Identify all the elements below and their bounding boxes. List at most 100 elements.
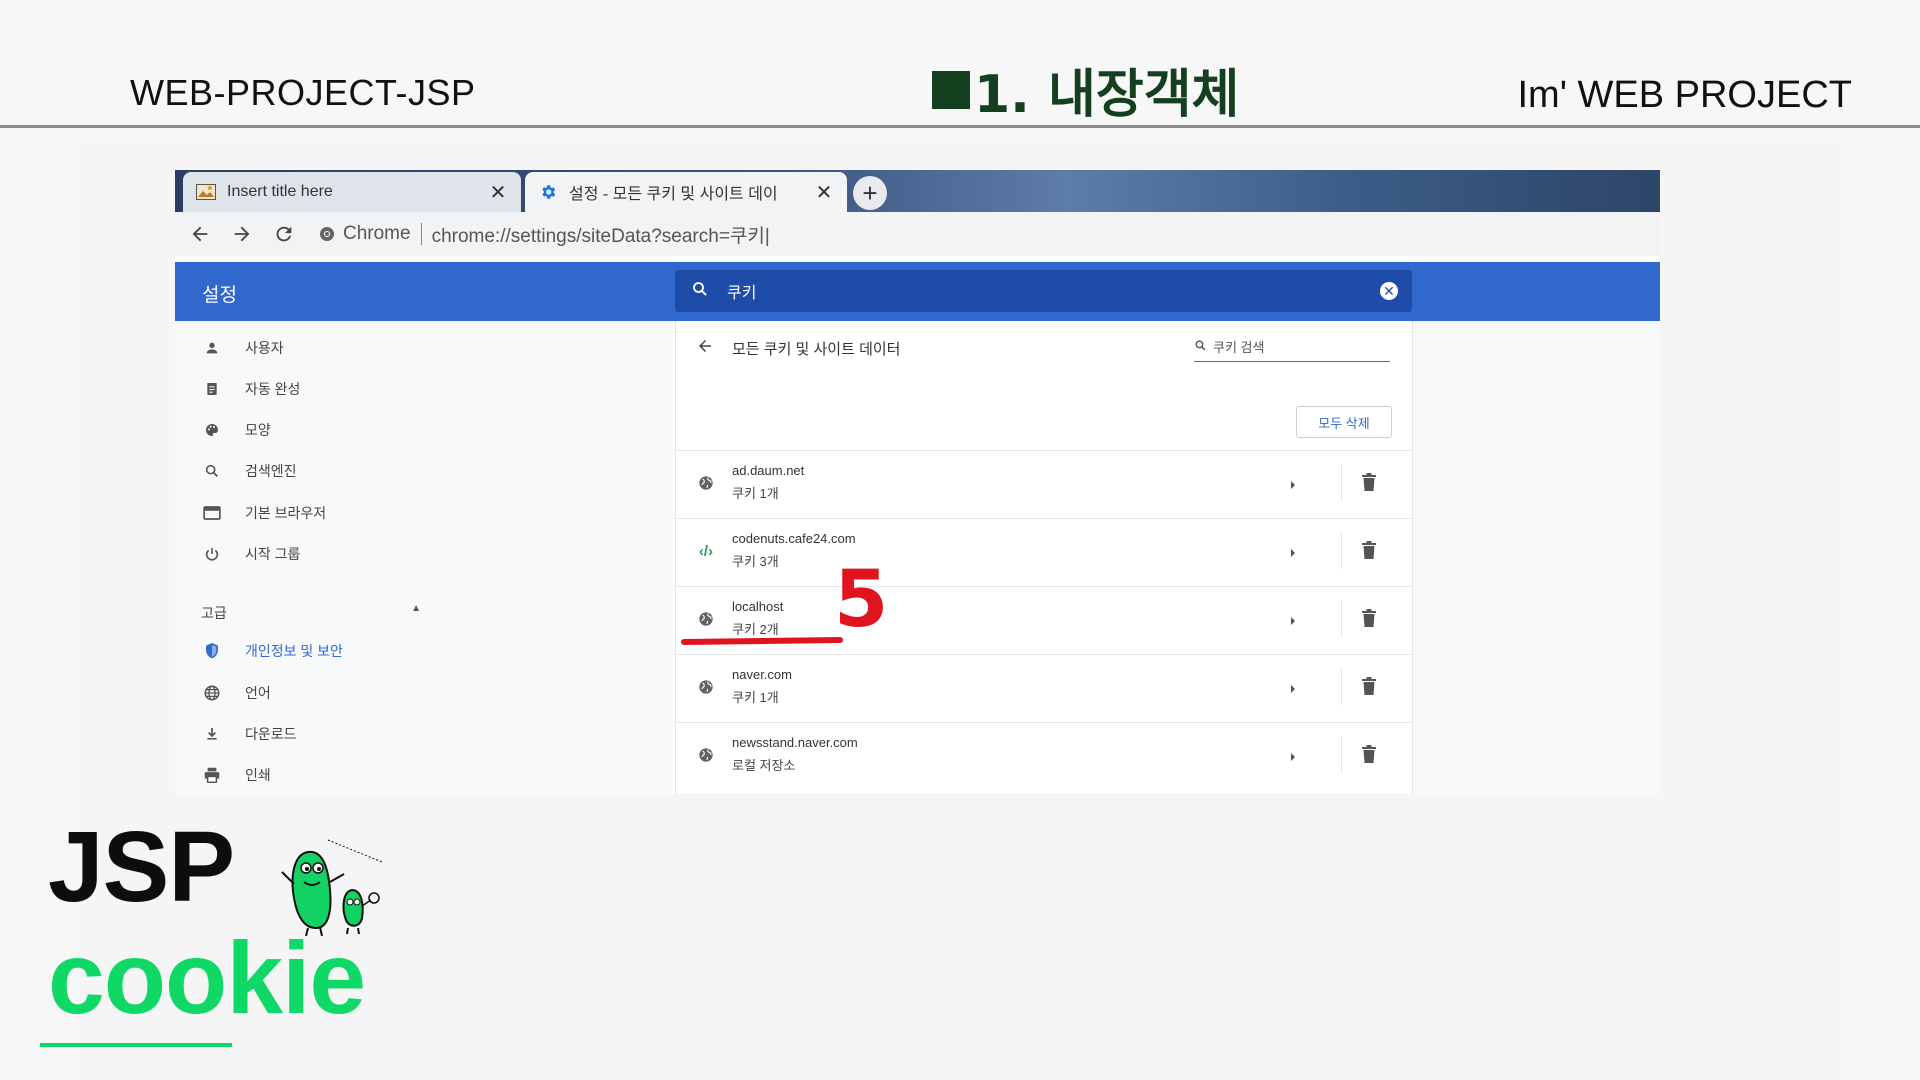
annotation-number: 5 bbox=[834, 560, 888, 645]
clear-search-icon[interactable]: ✕ bbox=[1380, 282, 1398, 300]
slide-center-title-text: 1. 내장객체 bbox=[974, 65, 1240, 125]
sidebar-item-label: 모양 bbox=[245, 422, 271, 438]
settings-title: 설정 bbox=[202, 285, 237, 306]
sidebar-item-label: 다운로드 bbox=[245, 726, 297, 742]
gear-icon bbox=[537, 183, 559, 201]
trash-icon[interactable] bbox=[1362, 473, 1376, 496]
expand-arrow-icon[interactable] bbox=[1288, 545, 1298, 557]
globe-icon bbox=[696, 473, 716, 493]
site-row[interactable]: newsstand.naver.com 로컬 저장소 bbox=[676, 722, 1414, 790]
content-heading: 모든 쿠키 및 사이트 데이터 bbox=[732, 340, 901, 358]
tab-settings[interactable]: 설정 - 모든 쿠키 및 사이트 데이 ✕ bbox=[525, 172, 847, 212]
site-detail: 로컬 저장소 bbox=[732, 758, 796, 773]
sidebar-item-on-startup[interactable]: 시작 그룹 bbox=[201, 539, 300, 569]
settings-search-input[interactable]: 쿠키 bbox=[727, 279, 1380, 303]
sidebar-item-printing[interactable]: 인쇄 bbox=[201, 760, 271, 790]
cookies-content: 모든 쿠키 및 사이트 데이터 쿠키 검색 모두 삭제 ad.daum.net … bbox=[675, 321, 1414, 794]
printer-icon bbox=[201, 764, 223, 786]
search-icon bbox=[201, 460, 223, 482]
row-separator bbox=[1341, 669, 1342, 705]
trash-icon[interactable] bbox=[1362, 677, 1376, 700]
site-name: naver.com bbox=[732, 667, 792, 682]
sidebar-item-label: 검색엔진 bbox=[245, 463, 297, 479]
row-separator bbox=[1341, 465, 1342, 501]
globe-icon bbox=[201, 682, 223, 704]
download-icon bbox=[201, 723, 223, 745]
sidebar-item-default-browser[interactable]: 기본 브라우저 bbox=[201, 498, 326, 528]
slide-header: WEB-PROJECT-JSP 1. 내장객체 Im' WEB PROJECT bbox=[0, 0, 1920, 128]
site-name: codenuts.cafe24.com bbox=[732, 531, 856, 546]
sidebar-item-autofill[interactable]: 자동 완성 bbox=[201, 374, 300, 404]
person-icon bbox=[201, 337, 223, 359]
palette-icon bbox=[201, 419, 223, 441]
browser-screenshot: Insert title here ✕ 설정 - 모든 쿠키 및 사이트 데이 … bbox=[175, 170, 1660, 794]
sidebar-item-appearance[interactable]: 모양 bbox=[201, 415, 271, 445]
sidebar-item-label: 시작 그룹 bbox=[245, 546, 301, 562]
site-row[interactable]: naver.com 쿠키 1개 bbox=[676, 654, 1414, 722]
expand-arrow-icon[interactable] bbox=[1288, 681, 1298, 693]
new-tab-button[interactable]: + bbox=[853, 176, 887, 210]
header-divider bbox=[0, 125, 1920, 128]
expand-arrow-icon[interactable] bbox=[1288, 477, 1298, 489]
sidebar-item-label: 인쇄 bbox=[245, 767, 271, 783]
mascot-illustration bbox=[281, 839, 383, 936]
back-arrow-icon[interactable] bbox=[183, 217, 217, 251]
browser-toolbar: Chrome chrome://settings/siteData?search… bbox=[175, 212, 1660, 256]
power-icon bbox=[201, 543, 223, 565]
sidebar-item-label: 사용자 bbox=[245, 340, 284, 356]
trash-icon[interactable] bbox=[1362, 745, 1376, 768]
sidebar-item-search-engine[interactable]: 검색엔진 bbox=[201, 456, 297, 486]
chrome-icon bbox=[320, 227, 334, 241]
reload-icon[interactable] bbox=[267, 217, 301, 251]
tab-strip: Insert title here ✕ 설정 - 모든 쿠키 및 사이트 데이 … bbox=[175, 170, 1660, 212]
content-header: 모든 쿠키 및 사이트 데이터 bbox=[696, 337, 900, 359]
sidebar-item-label: 언어 bbox=[245, 685, 271, 701]
site-chip[interactable]: Chrome bbox=[319, 223, 422, 245]
handwritten-annotation: 5 bbox=[681, 560, 888, 645]
clipboard-icon bbox=[201, 378, 223, 400]
delete-all-button[interactable]: 모두 삭제 bbox=[1296, 406, 1392, 438]
settings-search-box[interactable]: 쿠키 ✕ bbox=[675, 270, 1412, 312]
globe-icon bbox=[696, 677, 716, 697]
globe-icon bbox=[696, 745, 716, 765]
row-separator bbox=[1341, 533, 1342, 569]
search-icon bbox=[691, 280, 709, 303]
trash-icon[interactable] bbox=[1362, 609, 1376, 632]
forward-arrow-icon[interactable] bbox=[225, 217, 259, 251]
sidebar-item-downloads[interactable]: 다운로드 bbox=[201, 719, 297, 749]
advanced-label: 고급 bbox=[201, 605, 227, 621]
cookie-search-field[interactable]: 쿠키 검색 bbox=[1194, 337, 1390, 362]
row-separator bbox=[1341, 737, 1342, 773]
address-bar[interactable]: Chrome chrome://settings/siteData?search… bbox=[319, 217, 1474, 251]
back-arrow-icon[interactable] bbox=[696, 337, 714, 359]
sidebar-advanced-toggle[interactable]: 고급 ▲ bbox=[201, 603, 421, 623]
code-brackets-icon: ‹/› bbox=[698, 542, 714, 560]
shield-icon bbox=[201, 640, 223, 662]
tab-label: Insert title here bbox=[227, 183, 333, 200]
tab-insert-title[interactable]: Insert title here ✕ bbox=[183, 172, 521, 212]
title-square-icon bbox=[932, 70, 970, 109]
brand-title: JSP bbox=[48, 811, 235, 923]
sidebar-item-privacy[interactable]: 개인정보 및 보안 bbox=[201, 636, 343, 666]
sidebar-item-label: 개인정보 및 보안 bbox=[245, 643, 343, 659]
tab-label: 설정 - 모든 쿠키 및 사이트 데이 bbox=[569, 186, 778, 203]
sidebar-item-label: 기본 브라우저 bbox=[245, 505, 327, 521]
expand-arrow-icon[interactable] bbox=[1288, 613, 1298, 625]
site-chip-label: Chrome bbox=[343, 223, 411, 244]
settings-sidebar: 사용자 자동 완성 모양 검색엔진 기본 브라우저 시작 그룹 고급 ▲ 개인정… bbox=[175, 321, 673, 794]
chevron-up-icon: ▲ bbox=[411, 603, 421, 614]
close-icon[interactable]: ✕ bbox=[487, 180, 509, 205]
brand-underline bbox=[40, 1043, 232, 1047]
expand-arrow-icon[interactable] bbox=[1288, 749, 1298, 761]
page-thumbnail-icon bbox=[195, 183, 217, 201]
sidebar-item-users[interactable]: 사용자 bbox=[201, 333, 284, 363]
sidebar-item-languages[interactable]: 언어 bbox=[201, 678, 271, 708]
cookie-search-placeholder: 쿠키 검색 bbox=[1213, 340, 1265, 355]
row-separator bbox=[1341, 601, 1342, 637]
settings-header: 설정 쿠키 ✕ bbox=[175, 262, 1660, 321]
trash-icon[interactable] bbox=[1362, 541, 1376, 564]
url-text: chrome://settings/siteData?search=쿠키| bbox=[431, 225, 770, 247]
close-icon[interactable]: ✕ bbox=[813, 180, 835, 205]
site-row[interactable]: ad.daum.net 쿠키 1개 bbox=[676, 450, 1414, 518]
site-detail: 쿠키 1개 bbox=[732, 486, 779, 501]
